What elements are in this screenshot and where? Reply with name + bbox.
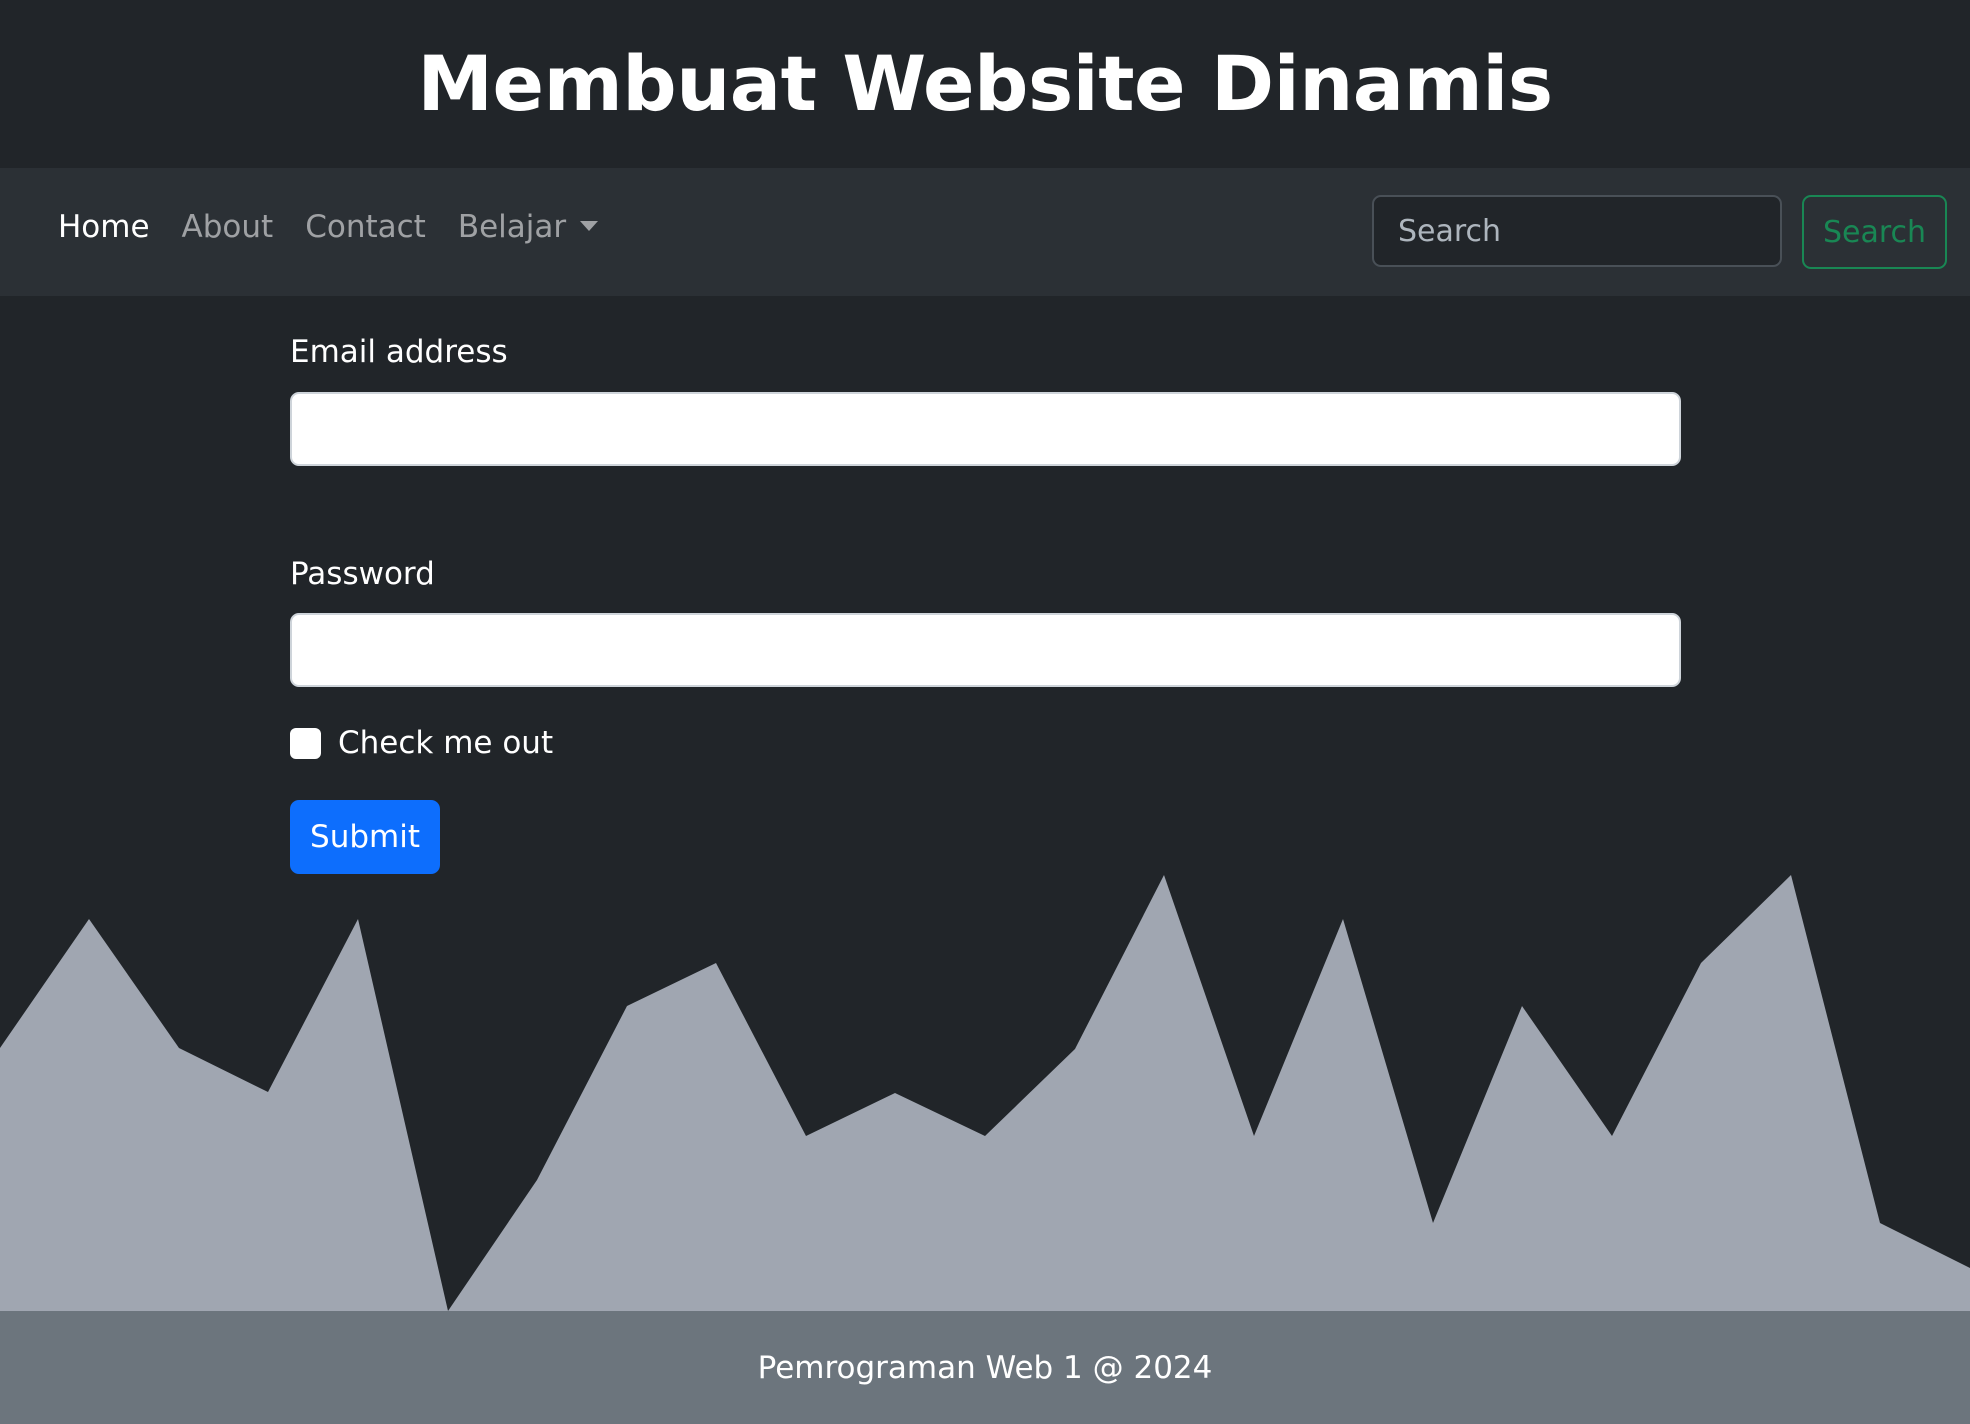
check-me-out-checkbox[interactable] (290, 728, 321, 759)
site-header: Membuat Website Dinamis (0, 0, 1970, 168)
nav-link-contact[interactable]: Contact (305, 209, 426, 245)
mountain-wave-divider (0, 875, 1970, 1311)
password-label: Password (290, 556, 435, 592)
nav-links: Home About Contact Belajar (58, 168, 630, 286)
checkbox-label[interactable]: Check me out (338, 725, 553, 761)
page-title: Membuat Website Dinamis (417, 39, 1553, 128)
submit-button[interactable]: Submit (290, 800, 440, 874)
nav-dropdown-label: Belajar (457, 209, 567, 245)
email-field[interactable] (290, 392, 1681, 466)
nav-dropdown-belajar[interactable]: Belajar (457, 209, 599, 245)
email-label: Email address (290, 334, 508, 370)
footer: Pemrograman Web 1 @ 2024 (0, 1311, 1970, 1424)
caret-down-icon (580, 220, 599, 231)
password-field[interactable] (290, 613, 1681, 687)
nav-link-home[interactable]: Home (58, 209, 150, 245)
wave-shape (0, 875, 1970, 1311)
footer-text: Pemrograman Web 1 @ 2024 (757, 1349, 1213, 1386)
nav-link-about[interactable]: About (182, 209, 274, 245)
search-button[interactable]: Search (1802, 195, 1947, 269)
search-input[interactable] (1372, 195, 1782, 267)
